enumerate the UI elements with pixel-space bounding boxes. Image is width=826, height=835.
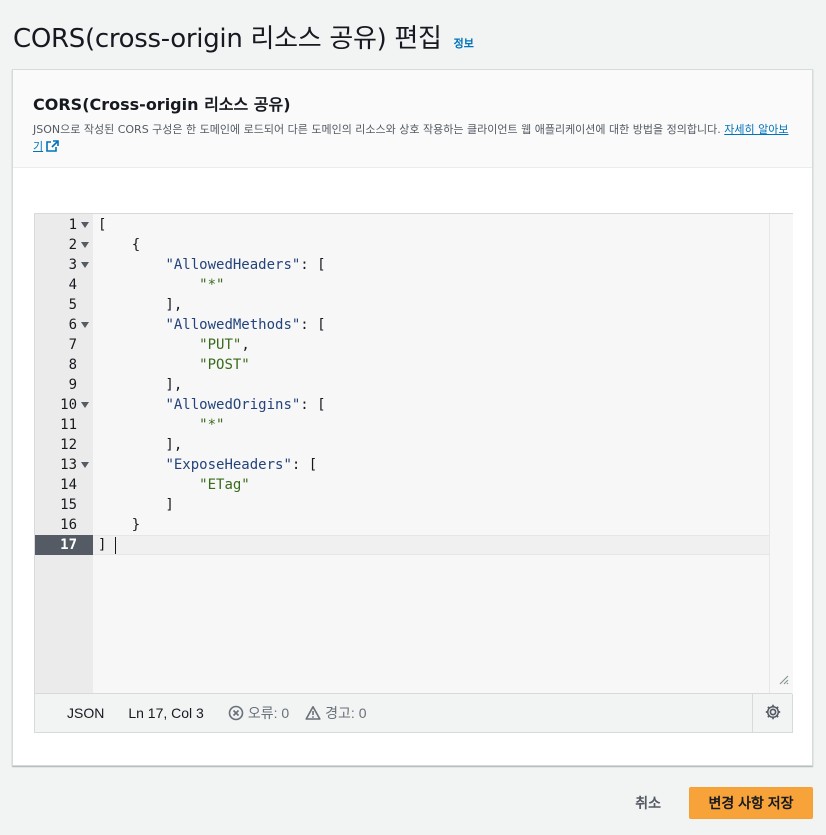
error-circle-icon (228, 705, 244, 721)
external-link-icon (46, 140, 59, 157)
code-line[interactable]: 15 ] (35, 495, 793, 515)
line-number: 14 (60, 477, 77, 493)
line-code: } (98, 517, 141, 533)
resize-handle-icon[interactable] (777, 670, 789, 689)
line-number: 17 (60, 537, 77, 553)
line-number: 13 (60, 457, 77, 473)
line-code: "POST" (98, 355, 250, 375)
panel-description: JSON으로 작성된 CORS 구성은 한 도메인에 로드되어 다른 도메인의 … (33, 121, 792, 157)
code-line[interactable]: 7 "PUT", (35, 335, 793, 355)
fold-arrow-icon[interactable] (81, 222, 89, 228)
status-errors[interactable]: 오류: 0 (228, 703, 289, 723)
code-line[interactable]: 10 "AllowedOrigins": [ (35, 395, 793, 415)
status-warnings[interactable]: 경고: 0 (305, 703, 367, 723)
settings-gear-icon (764, 703, 782, 724)
text-cursor (115, 537, 116, 554)
json-string-value: "POST" (199, 357, 250, 373)
code-line[interactable]: 6 "AllowedMethods": [ (35, 315, 793, 335)
page-title: CORS(cross-origin 리소스 공유) 편집 (13, 24, 442, 54)
line-number: 15 (60, 497, 77, 513)
code-line[interactable]: 4 "*" (35, 275, 793, 295)
line-code: "AllowedOrigins": [ (165, 397, 326, 413)
line-code: "ETag" (98, 475, 250, 495)
line-code: "AllowedMethods": [ (165, 317, 326, 333)
line-number: 16 (60, 517, 77, 533)
code-line[interactable]: 8 "POST" (35, 355, 793, 375)
status-language: JSON (67, 705, 105, 721)
editor-status-bar: JSON Ln 17, Col 3 오류: 0 경고: 0 (35, 693, 792, 732)
line-code: ] (98, 497, 174, 513)
json-string-value: "*" (199, 417, 225, 433)
line-number: 6 (68, 317, 77, 333)
code-line[interactable]: 1[ (35, 215, 793, 235)
code-line[interactable]: 14 "ETag" (35, 475, 793, 495)
cors-panel: CORS(Cross-origin 리소스 공유) JSON으로 작성된 COR… (12, 69, 813, 766)
code-line[interactable]: 2 { (35, 235, 793, 255)
panel-title: CORS(Cross-origin 리소스 공유) (33, 95, 291, 114)
line-number: 3 (68, 257, 77, 273)
line-code: [ (98, 217, 107, 233)
code-line[interactable]: 9 ], (35, 375, 793, 395)
line-code: "AllowedHeaders": [ (165, 257, 326, 273)
code-line[interactable]: 5 ], (35, 295, 793, 315)
save-changes-button[interactable]: 변경 사항 저장 (689, 787, 813, 819)
line-code: "*" (98, 415, 224, 435)
line-code: "ExposeHeaders": [ (165, 457, 318, 473)
json-string-value: "ETag" (199, 477, 250, 493)
line-number: 7 (68, 337, 77, 353)
fold-arrow-icon[interactable] (81, 242, 89, 248)
line-number: 9 (68, 377, 77, 393)
line-code: ] (98, 537, 107, 553)
json-key: "AllowedOrigins" (165, 397, 301, 413)
line-code: "*" (98, 275, 224, 295)
info-link[interactable]: 정보 (454, 35, 474, 51)
fold-arrow-icon[interactable] (81, 262, 89, 268)
active-line-highlight (93, 535, 769, 555)
line-number: 1 (68, 217, 77, 233)
line-code: ], (98, 377, 183, 393)
code-line[interactable]: 12 ], (35, 435, 793, 455)
line-code: ], (98, 437, 183, 453)
panel-description-text: JSON으로 작성된 CORS 구성은 한 도메인에 로드되어 다른 도메인의 … (33, 123, 725, 136)
cancel-button[interactable]: 취소 (619, 785, 677, 821)
status-cursor-position: Ln 17, Col 3 (128, 705, 204, 721)
line-code: { (98, 237, 141, 253)
code-line[interactable]: 3 "AllowedHeaders": [ (35, 255, 793, 275)
code-line[interactable]: 11 "*" (35, 415, 793, 435)
json-key: "ExposeHeaders" (165, 457, 292, 473)
line-number: 8 (68, 357, 77, 373)
line-code: ], (98, 297, 183, 313)
code-editor[interactable]: 1[2 {3 "AllowedHeaders": [4 "*" 5 ], 6 "Al… (34, 213, 793, 733)
line-number: 10 (60, 397, 77, 413)
json-string-value: "*" (199, 277, 225, 293)
status-errors-label: 오류: 0 (247, 705, 290, 721)
page-header: CORS(cross-origin 리소스 공유) 편집 정보 (13, 18, 474, 55)
line-number: 5 (68, 297, 77, 313)
line-number: 11 (60, 417, 77, 433)
json-key: "AllowedHeaders" (165, 257, 301, 273)
json-key: "AllowedMethods" (165, 317, 301, 333)
fold-arrow-icon[interactable] (81, 322, 89, 328)
json-string-value: "PUT" (199, 337, 242, 353)
code-line[interactable]: 16 } (35, 515, 793, 535)
code-line[interactable]: 13 "ExposeHeaders": [ (35, 455, 793, 475)
panel-header: CORS(Cross-origin 리소스 공유) JSON으로 작성된 COR… (13, 70, 812, 168)
line-number: 12 (60, 437, 77, 453)
fold-arrow-icon[interactable] (81, 462, 89, 468)
code-line[interactable]: 17] (35, 535, 793, 555)
line-number: 4 (68, 277, 77, 293)
line-code: "PUT", (199, 337, 250, 353)
status-warnings-label: 경고: 0 (325, 705, 367, 721)
warning-triangle-icon (305, 705, 321, 721)
footer-actions: 취소 변경 사항 저장 (619, 785, 813, 821)
editor-settings-button[interactable] (752, 694, 792, 732)
fold-arrow-icon[interactable] (81, 402, 89, 408)
line-number: 2 (68, 237, 77, 253)
